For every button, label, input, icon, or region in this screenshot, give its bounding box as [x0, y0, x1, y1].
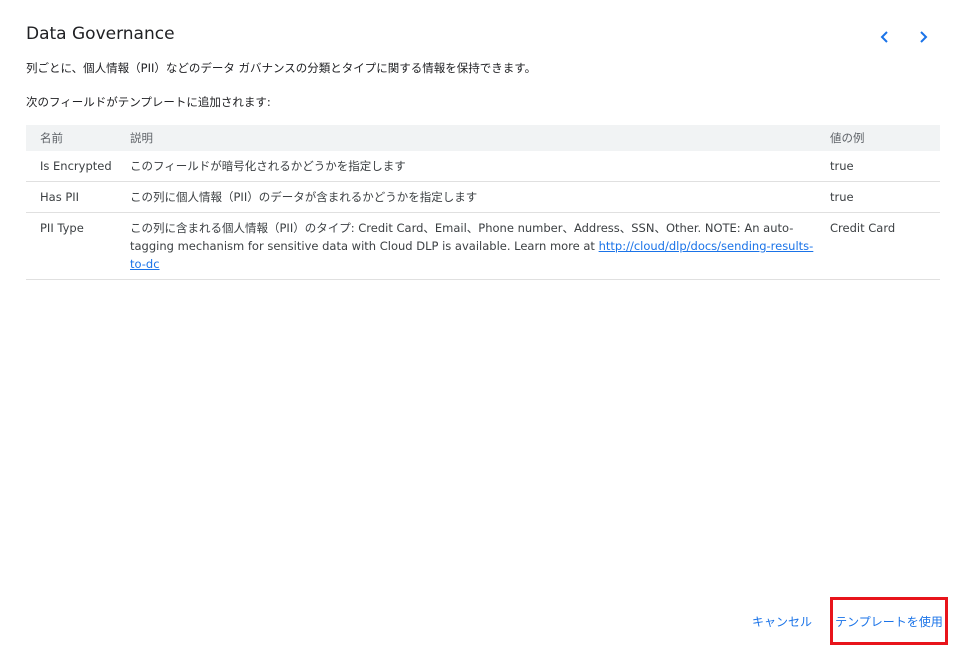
- field-name: Is Encrypted: [26, 151, 116, 182]
- dialog-footer: キャンセル テンプレートを使用: [740, 597, 948, 645]
- field-description-cell: この列に含まれる個人情報（PII）のタイプ: Credit Card、Email…: [116, 212, 816, 280]
- chevron-left-icon: [880, 31, 888, 43]
- header-example: 値の例: [830, 131, 865, 145]
- fields-intro: 次のフィールドがテンプレートに追加されます:: [26, 95, 271, 109]
- chevron-right-icon: [920, 31, 928, 43]
- field-name: Has PII: [26, 181, 116, 213]
- table-row: Is Encrypted このフィールドが暗号化されるかどうかを指定します tr…: [26, 151, 940, 182]
- field-description: この列に個人情報（PII）のデータが含まれるかどうかを指定します: [116, 181, 816, 213]
- field-example: true: [816, 181, 940, 213]
- use-template-button[interactable]: テンプレートを使用: [830, 597, 948, 645]
- template-description: 列ごとに、個人情報（PII）などのデータ ガバナンスの分類とタイプに関する情報を…: [26, 61, 537, 75]
- cancel-button[interactable]: キャンセル: [740, 603, 824, 640]
- next-button[interactable]: [912, 26, 934, 48]
- table-row: PII Type この列に含まれる個人情報（PII）のタイプ: Credit C…: [26, 212, 940, 280]
- page-title: Data Governance: [26, 24, 175, 44]
- prev-button[interactable]: [874, 26, 896, 48]
- table-header-row: 名前 説明 値の例: [26, 125, 940, 151]
- header-name: 名前: [40, 131, 63, 145]
- field-description: このフィールドが暗号化されるかどうかを指定します: [116, 151, 816, 182]
- table-row: Has PII この列に個人情報（PII）のデータが含まれるかどうかを指定します…: [26, 181, 940, 213]
- fields-table: 名前 説明 値の例 Is Encrypted このフィールドが暗号化されるかどう…: [26, 125, 940, 280]
- field-name: PII Type: [26, 212, 116, 280]
- template-nav: [874, 26, 934, 48]
- header-description: 説明: [130, 131, 153, 145]
- field-example: true: [816, 151, 940, 182]
- field-example: Credit Card: [816, 212, 940, 280]
